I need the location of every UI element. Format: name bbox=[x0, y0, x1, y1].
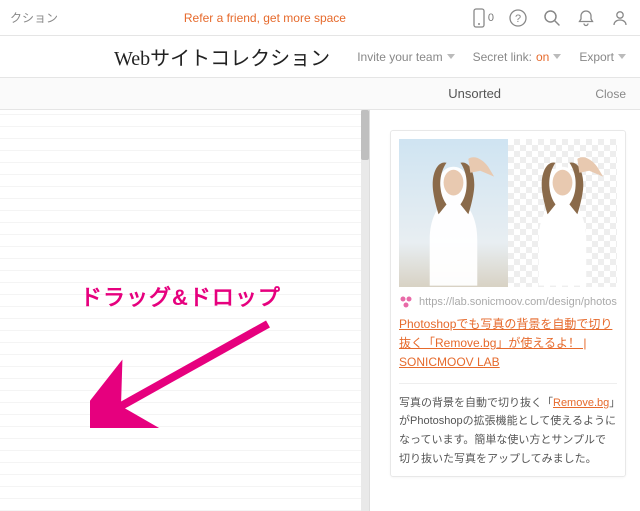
card-description: 写真の背景を自動で切り抜く「Remove.bg」がPhotoshopの拡張機能と… bbox=[399, 394, 617, 469]
help-icon[interactable]: ? bbox=[508, 8, 528, 28]
bell-icon[interactable] bbox=[576, 8, 596, 28]
chevron-down-icon bbox=[447, 54, 455, 59]
scrollbar[interactable] bbox=[361, 110, 369, 511]
page-title: Webサイトコレクション bbox=[114, 42, 330, 71]
side-panel: https://lab.sonicmoov.com/design/photos … bbox=[370, 110, 640, 511]
export-dropdown[interactable]: Export bbox=[579, 50, 626, 64]
refer-friend-link[interactable]: Refer a friend, get more space bbox=[184, 11, 346, 25]
canvas-dropzone[interactable]: ドラッグ&ドロップ bbox=[0, 110, 370, 511]
profile-icon[interactable] bbox=[610, 8, 630, 28]
invite-team-dropdown[interactable]: Invite your team bbox=[357, 50, 454, 64]
card-source-url: https://lab.sonicmoov.com/design/photos bbox=[419, 296, 617, 308]
mobile-count: 0 bbox=[488, 12, 494, 24]
svg-text:?: ? bbox=[515, 13, 521, 25]
close-button[interactable]: Close bbox=[595, 87, 626, 101]
bookmark-card[interactable]: https://lab.sonicmoov.com/design/photos … bbox=[390, 130, 626, 477]
source-icon bbox=[399, 295, 413, 309]
chevron-down-icon bbox=[553, 54, 561, 59]
card-title[interactable]: Photoshopでも写真の背景を自動で切り抜く「Remove.bg」が使えるよ… bbox=[399, 315, 617, 373]
mobile-icon[interactable]: 0 bbox=[472, 8, 494, 28]
secret-link-dropdown[interactable]: Secret link: on bbox=[473, 50, 562, 64]
chevron-down-icon bbox=[618, 54, 626, 59]
panel-title: Unsorted bbox=[354, 86, 595, 101]
search-icon[interactable] bbox=[542, 8, 562, 28]
drag-drop-annotation: ドラッグ&ドロップ bbox=[80, 280, 281, 428]
card-thumbnail bbox=[399, 139, 617, 287]
scrollbar-thumb[interactable] bbox=[361, 110, 369, 160]
breadcrumb-fragment: クション bbox=[10, 9, 58, 26]
remove-bg-link[interactable]: Remove.bg bbox=[553, 397, 609, 409]
